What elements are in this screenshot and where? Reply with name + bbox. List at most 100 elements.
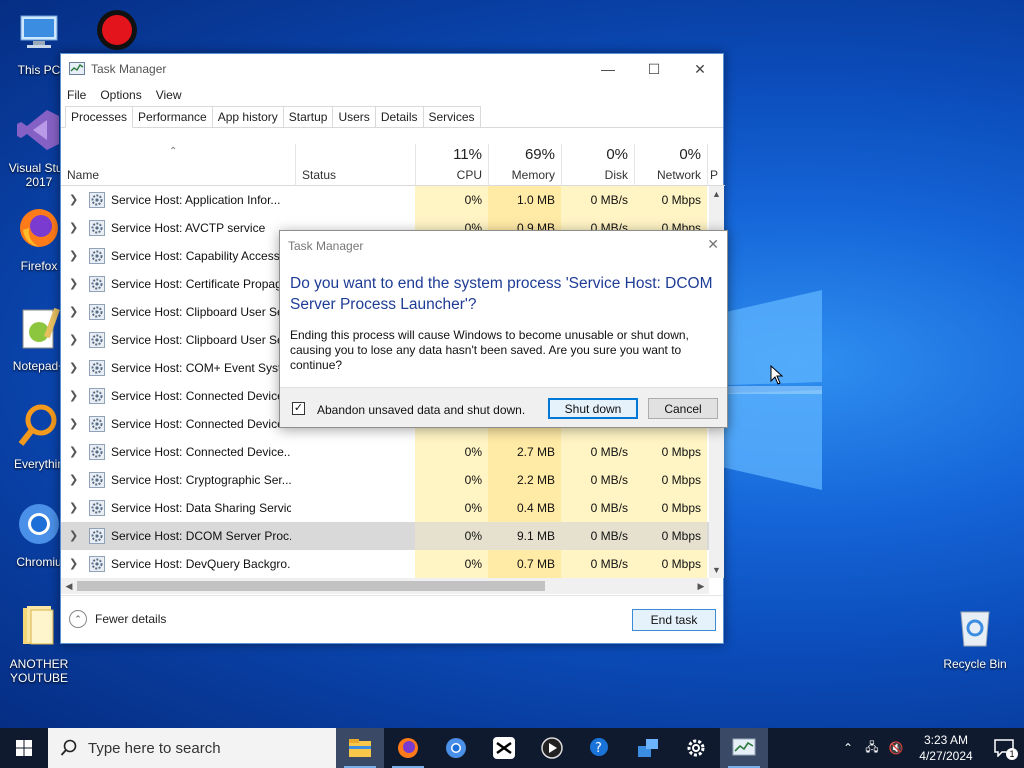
tab-bar: Processes Performance App history Startu… <box>61 106 723 128</box>
column-status[interactable]: Status <box>295 144 415 186</box>
minimize-button[interactable]: — <box>585 54 631 84</box>
scroll-down-icon[interactable]: ▼ <box>709 562 724 578</box>
scroll-up-icon[interactable]: ▲ <box>709 186 724 202</box>
cpu-cell: 0% <box>415 186 488 214</box>
network-cell: 0 Mbps <box>634 522 707 550</box>
table-row[interactable]: ❯ Service Host: Connected Device... 0% 2.7 … <box>61 438 709 466</box>
service-gear-icon <box>89 528 105 544</box>
column-network[interactable]: 0% Network <box>634 144 707 186</box>
taskbar-file-explorer[interactable] <box>336 728 384 768</box>
horizontal-scrollbar[interactable]: ◀ ▶ <box>61 578 709 594</box>
windows-start-icon <box>16 740 32 756</box>
taskbar-search-box[interactable]: Type here to search <box>48 728 336 768</box>
capcut-icon <box>493 737 515 759</box>
taskbar-help[interactable]: ? <box>576 728 624 768</box>
title-bar[interactable]: Task Manager — ☐ ✕ <box>61 54 723 84</box>
volume-muted-icon[interactable]: 🔇 <box>884 741 908 755</box>
process-name: Service Host: Application Infor... <box>111 193 281 207</box>
menu-file[interactable]: File <box>67 88 86 102</box>
column-cpu[interactable]: 11% CPU <box>415 144 488 186</box>
taskbar-people[interactable] <box>624 728 672 768</box>
notification-count-badge: 1 <box>1006 748 1018 760</box>
tab-app-history[interactable]: App history <box>211 106 284 127</box>
process-name: Service Host: Clipboard User Ser... <box>111 333 291 347</box>
expand-chevron-icon[interactable]: ❯ <box>69 417 78 430</box>
column-memory[interactable]: 69% Memory <box>488 144 561 186</box>
sort-up-icon: ⌃ <box>169 146 178 157</box>
task-manager-icon <box>69 62 85 75</box>
expand-chevron-icon[interactable]: ❯ <box>69 249 78 262</box>
chromium-icon <box>19 504 59 544</box>
tab-users[interactable]: Users <box>332 106 376 127</box>
network-cell: 0 Mbps <box>634 550 707 578</box>
expand-chevron-icon[interactable]: ❯ <box>69 445 78 458</box>
fewer-details-link[interactable]: ⌃ Fewer details <box>69 610 166 628</box>
taskbar-settings[interactable] <box>672 728 720 768</box>
tray-overflow-chevron-icon[interactable]: ⌃ <box>836 741 860 755</box>
disk-cell: 0 MB/s <box>561 522 634 550</box>
network-icon[interactable]: 🖧 <box>860 738 884 759</box>
column-power[interactable]: P <box>707 144 725 186</box>
table-row[interactable]: ❯ Service Host: DevQuery Backgro... 0% 0.7 … <box>61 550 709 578</box>
expand-chevron-icon[interactable]: ❯ <box>69 529 78 542</box>
shut-down-button[interactable]: Shut down <box>548 398 638 419</box>
network-cell: 0 Mbps <box>634 438 707 466</box>
tab-performance[interactable]: Performance <box>132 106 213 127</box>
scroll-thumb[interactable] <box>77 581 545 591</box>
taskbar-task-manager[interactable] <box>720 728 768 768</box>
taskbar-capcut[interactable] <box>480 728 528 768</box>
menu-view[interactable]: View <box>156 88 182 102</box>
dialog-close-icon[interactable]: ✕ <box>707 236 719 253</box>
scroll-left-icon[interactable]: ◀ <box>61 578 77 594</box>
expand-chevron-icon[interactable]: ❯ <box>69 277 78 290</box>
cpu-cell: 0% <box>415 494 488 522</box>
taskbar-media-player[interactable] <box>528 728 576 768</box>
abandon-data-label[interactable]: Abandon unsaved data and shut down. <box>317 403 525 417</box>
dialog-question: Do you want to end the system process 'S… <box>290 275 713 313</box>
expand-chevron-icon[interactable]: ❯ <box>69 333 78 346</box>
table-row[interactable]: ❯ Service Host: Application Infor... 0% 1.0… <box>61 186 709 214</box>
table-row[interactable]: ❯ Service Host: Data Sharing Service 0% 0.4… <box>61 494 709 522</box>
expand-chevron-icon[interactable]: ❯ <box>69 305 78 318</box>
clock[interactable]: 3:23 AM 4/27/2024 <box>908 732 984 764</box>
action-center-button[interactable]: 1 <box>984 728 1024 768</box>
memory-cell: 0.4 MB <box>488 494 561 522</box>
close-button[interactable]: ✕ <box>677 54 723 84</box>
expand-chevron-icon[interactable]: ❯ <box>69 473 78 486</box>
expand-chevron-icon[interactable]: ❯ <box>69 361 78 374</box>
clock-time: 3:23 AM <box>923 733 969 747</box>
service-gear-icon <box>89 248 105 264</box>
folder-icon <box>23 606 54 645</box>
service-gear-icon <box>89 416 105 432</box>
expand-chevron-icon[interactable]: ❯ <box>69 557 78 570</box>
process-name: Service Host: Connected Device... <box>111 417 291 431</box>
disk-cell: 0 MB/s <box>561 438 634 466</box>
tab-services[interactable]: Services <box>422 106 481 127</box>
tab-processes[interactable]: Processes <box>65 106 134 128</box>
end-task-button[interactable]: End task <box>632 609 716 631</box>
tab-startup[interactable]: Startup <box>282 106 334 127</box>
expand-chevron-icon[interactable]: ❯ <box>69 501 78 514</box>
taskbar-chromium[interactable] <box>432 728 480 768</box>
table-row[interactable]: ❯ Service Host: Cryptographic Ser... 0% 2.2… <box>61 466 709 494</box>
abandon-data-checkbox[interactable]: ✓ <box>292 402 305 415</box>
menu-options[interactable]: Options <box>100 88 141 102</box>
taskbar-firefox[interactable] <box>384 728 432 768</box>
maximize-button[interactable]: ☐ <box>631 54 677 84</box>
network-cell: 0 Mbps <box>634 494 707 522</box>
process-name: Service Host: COM+ Event Syste... <box>111 361 291 375</box>
table-row[interactable]: ❯ Service Host: DCOM Server Proc... 0% 9.1 … <box>61 522 709 550</box>
scroll-right-icon[interactable]: ▶ <box>693 578 709 594</box>
tab-details[interactable]: Details <box>374 106 424 127</box>
process-name: Service Host: Connected Device... <box>111 389 291 403</box>
expand-chevron-icon[interactable]: ❯ <box>69 193 78 206</box>
memory-cell: 0.7 MB <box>488 550 561 578</box>
dialog-title: Task Manager <box>288 239 364 253</box>
start-button[interactable] <box>0 728 48 768</box>
column-name[interactable]: ⌃ Name <box>61 144 295 186</box>
cancel-button[interactable]: Cancel <box>648 398 718 419</box>
desktop-icon-recycle-bin[interactable]: Recycle Bin <box>936 602 1014 671</box>
expand-chevron-icon[interactable]: ❯ <box>69 221 78 234</box>
expand-chevron-icon[interactable]: ❯ <box>69 389 78 402</box>
column-disk[interactable]: 0% Disk <box>561 144 634 186</box>
